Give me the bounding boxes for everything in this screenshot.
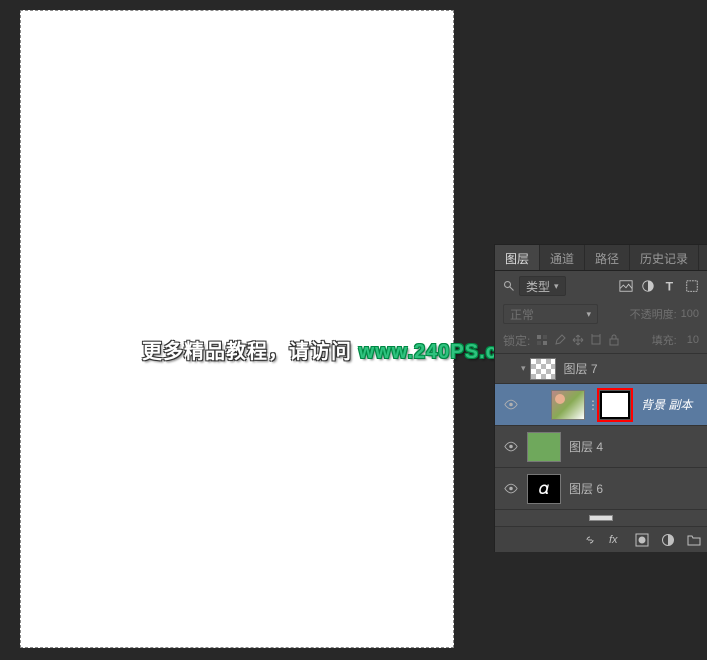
- mask-highlight: [597, 388, 633, 422]
- blend-row: 正常 ▾ 不透明度: 100: [495, 301, 707, 327]
- tab-channels[interactable]: 通道: [540, 245, 585, 270]
- lock-all-icon[interactable]: [608, 334, 620, 346]
- layer-name[interactable]: 图层 4: [569, 438, 603, 455]
- visibility-toggle[interactable]: [499, 483, 523, 494]
- link-layers-icon[interactable]: [583, 533, 597, 547]
- lock-move-icon[interactable]: [572, 334, 584, 346]
- layer-mask-thumbnail[interactable]: [600, 391, 630, 419]
- nav-strip: [495, 510, 707, 526]
- layer-thumbnail[interactable]: [551, 390, 585, 420]
- layers-list: ▾ 图层 7 ⋮ 背景 副本 图层 4 𝛼: [495, 353, 707, 526]
- filter-text-icon[interactable]: T: [663, 279, 677, 293]
- layer-name[interactable]: 图层 6: [569, 480, 603, 497]
- filter-adjust-icon[interactable]: [641, 279, 655, 293]
- lock-pixels-icon[interactable]: [536, 334, 548, 346]
- opacity-label: 不透明度:: [630, 306, 677, 322]
- layer-item-bg-copy[interactable]: ⋮ 背景 副本: [495, 384, 707, 426]
- tab-paths[interactable]: 路径: [585, 245, 630, 270]
- layer-name[interactable]: 背景 副本: [641, 396, 692, 413]
- svg-text:T: T: [666, 279, 674, 293]
- lock-row: 锁定: 填充: 10: [495, 327, 707, 353]
- fill-value[interactable]: 10: [687, 334, 699, 346]
- visibility-toggle[interactable]: [499, 441, 523, 452]
- fx-icon[interactable]: fx: [609, 533, 623, 547]
- filter-row: 类型 ▾ T: [495, 271, 707, 301]
- filter-type-label: 类型: [526, 278, 550, 295]
- fill-label: 填充:: [652, 332, 677, 348]
- chevron-down-icon[interactable]: ▾: [521, 363, 526, 374]
- lock-label: 锁定:: [503, 332, 530, 349]
- lock-brush-icon[interactable]: [554, 334, 566, 346]
- tab-layers[interactable]: 图层: [495, 245, 540, 270]
- chevron-down-icon: ▾: [586, 309, 591, 320]
- search-icon: [503, 280, 515, 292]
- adjustment-layer-icon[interactable]: [661, 533, 675, 547]
- layer-name[interactable]: 图层 7: [564, 360, 598, 377]
- panel-bottom-toolbar: fx: [495, 526, 707, 552]
- filter-image-icon[interactable]: [619, 279, 633, 293]
- filter-shape-icon[interactable]: [685, 279, 699, 293]
- eye-icon: [504, 399, 518, 410]
- layer-item-4[interactable]: 图层 4: [495, 426, 707, 468]
- layer-thumbnail[interactable]: 𝛼: [527, 474, 561, 504]
- layer-item-6[interactable]: 𝛼 图层 6: [495, 468, 707, 510]
- layer-thumbnail[interactable]: [530, 358, 556, 380]
- watermark-text: 更多精品教程，请访问 www.240PS.com: [142, 335, 530, 364]
- layers-panel: 图层 通道 路径 历史记录 类型 ▾ T 正常 ▾ 不透明度: 100 锁定:: [494, 244, 707, 552]
- tab-history[interactable]: 历史记录: [630, 245, 699, 270]
- nav-indicator[interactable]: [589, 515, 613, 521]
- group-icon[interactable]: [687, 533, 701, 547]
- chevron-down-icon: ▾: [554, 281, 559, 292]
- filter-type-select[interactable]: 类型 ▾: [519, 276, 566, 296]
- add-mask-icon[interactable]: [635, 533, 649, 547]
- blend-mode-label: 正常: [510, 306, 534, 323]
- canvas-area[interactable]: [20, 10, 454, 648]
- blend-mode-select[interactable]: 正常 ▾: [503, 304, 598, 324]
- eye-icon: [504, 483, 518, 494]
- opacity-value[interactable]: 100: [681, 308, 699, 320]
- link-icon: ⋮: [587, 398, 595, 412]
- layer-thumbnail[interactable]: [527, 432, 561, 462]
- visibility-toggle[interactable]: [499, 399, 523, 410]
- panel-tabs: 图层 通道 路径 历史记录: [495, 245, 707, 271]
- watermark-cn: 更多精品教程，请访问: [142, 341, 359, 363]
- layer-item-7[interactable]: ▾ 图层 7: [495, 354, 707, 384]
- lock-artboard-icon[interactable]: [590, 334, 602, 346]
- eye-icon: [504, 441, 518, 452]
